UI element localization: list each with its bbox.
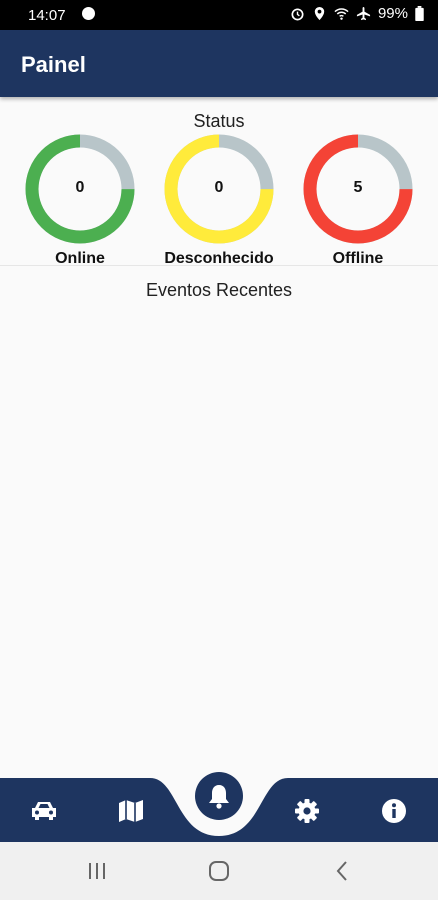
about-tab[interactable] <box>374 791 414 831</box>
bell-icon <box>209 785 229 809</box>
location-icon <box>314 6 325 21</box>
page-title: Painel <box>21 52 86 77</box>
gear-icon <box>295 799 319 823</box>
back-button[interactable] <box>327 856 357 886</box>
system-nav-bar <box>0 842 438 900</box>
unknown-gauge: 0 Desconhecido <box>161 133 277 268</box>
car-icon <box>32 802 56 820</box>
battery-level: 99% <box>377 5 408 22</box>
section-divider <box>0 265 438 266</box>
unknown-count: 0 <box>214 179 224 196</box>
online-count: 0 <box>75 179 85 196</box>
status-icons: 99% <box>290 5 424 22</box>
home-icon <box>209 861 229 881</box>
home-button[interactable] <box>204 856 234 886</box>
airplane-icon <box>356 6 371 21</box>
alarm-icon <box>291 8 304 21</box>
map-icon <box>119 800 143 822</box>
notification-icon <box>82 7 95 20</box>
settings-tab[interactable] <box>287 791 327 831</box>
info-icon <box>382 799 406 823</box>
recent-apps-icon <box>89 863 105 879</box>
offline-gauge: 5 Offline <box>300 133 416 268</box>
battery-icon <box>415 6 424 21</box>
back-icon <box>336 861 347 881</box>
vehicles-tab[interactable] <box>24 791 64 831</box>
offline-count: 5 <box>353 179 363 196</box>
recent-apps-button[interactable] <box>82 856 112 886</box>
wifi-icon <box>334 8 349 20</box>
app-bar: Painel <box>0 30 438 97</box>
recent-events-heading: Eventos Recentes <box>145 280 293 300</box>
system-status-bar: 14:07 99% <box>0 0 438 30</box>
status-heading: Status <box>193 111 245 131</box>
clock: 14:07 <box>28 7 66 24</box>
online-gauge: 0 Online <box>22 133 138 268</box>
map-tab[interactable] <box>111 791 151 831</box>
events-tab[interactable] <box>195 772 243 820</box>
